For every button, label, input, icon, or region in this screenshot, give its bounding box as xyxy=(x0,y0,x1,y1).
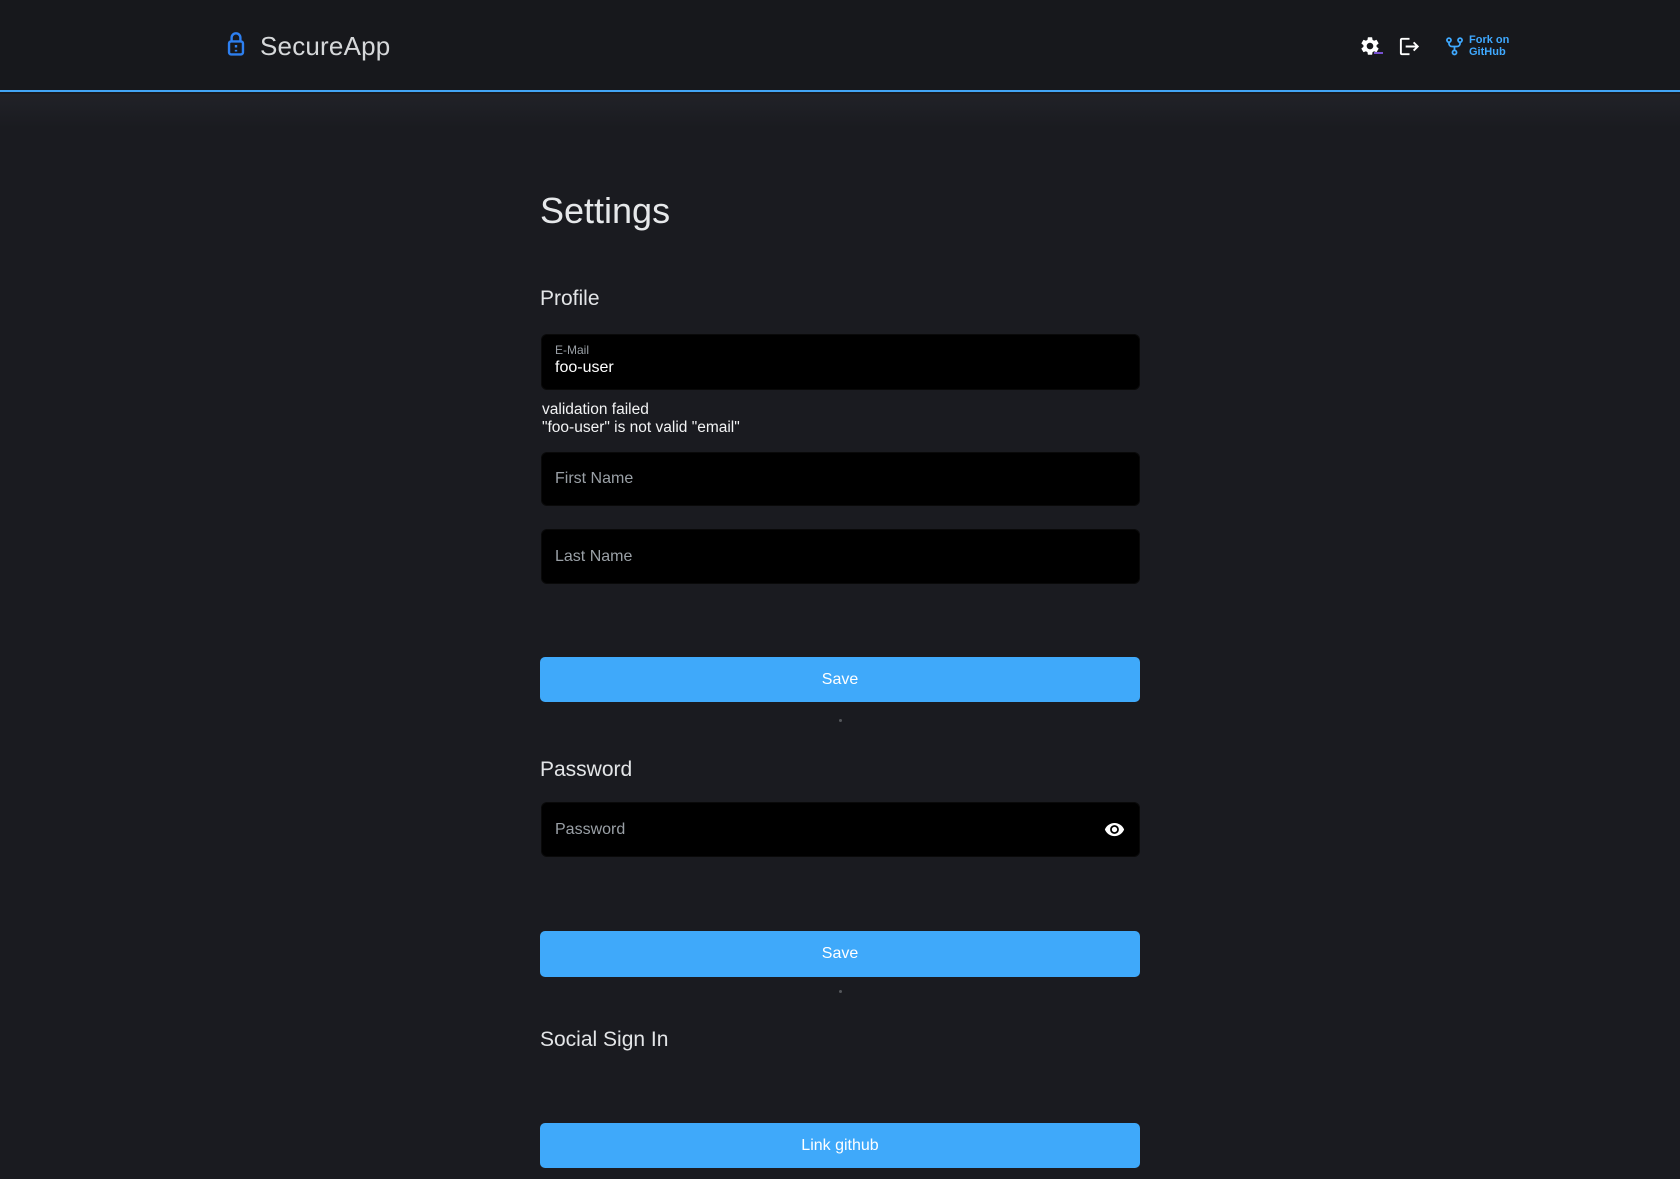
email-field[interactable]: E-Mail xyxy=(541,334,1140,390)
git-fork-icon xyxy=(1445,36,1464,57)
email-input[interactable] xyxy=(555,359,1126,377)
social-section-heading: Social Sign In xyxy=(540,1028,668,1052)
fork-link-text: Fork on GitHub xyxy=(1469,34,1509,58)
email-validation-message: validation failed "foo-user" is not vali… xyxy=(542,401,740,437)
app-header: SecureApp xyxy=(0,0,1680,92)
password-section-heading: Password xyxy=(540,758,632,782)
last-name-field xyxy=(541,529,1140,584)
password-input[interactable] xyxy=(541,802,1100,857)
gear-active-indicator xyxy=(1374,52,1383,54)
link-github-button[interactable]: Link github xyxy=(540,1123,1140,1168)
header-actions: Fork on GitHub xyxy=(1357,0,1509,92)
eye-icon xyxy=(1104,819,1125,840)
header-glow xyxy=(0,94,1680,128)
settings-button[interactable] xyxy=(1357,33,1383,59)
first-name-input[interactable] xyxy=(541,452,1140,506)
profile-section-heading: Profile xyxy=(540,287,600,311)
first-name-field xyxy=(541,452,1140,506)
page-title: Settings xyxy=(540,190,670,232)
brand-link[interactable]: SecureApp xyxy=(225,0,390,92)
save-password-button[interactable]: Save xyxy=(540,931,1140,977)
lock-icon xyxy=(225,30,247,62)
validation-line-2: "foo-user" is not valid "email" xyxy=(542,419,740,437)
last-name-input[interactable] xyxy=(541,529,1140,584)
save-profile-button[interactable]: Save xyxy=(540,657,1140,702)
app-title: SecureApp xyxy=(260,31,390,62)
email-field-label: E-Mail xyxy=(555,343,1126,357)
validation-line-1: validation failed xyxy=(542,401,740,419)
loading-dot xyxy=(839,990,842,993)
toggle-password-visibility-button[interactable] xyxy=(1100,816,1128,844)
loading-dot xyxy=(839,719,842,722)
logout-button[interactable] xyxy=(1396,33,1422,59)
fork-on-github-link[interactable]: Fork on GitHub xyxy=(1445,34,1509,58)
password-field xyxy=(541,802,1140,857)
logout-icon xyxy=(1398,35,1421,58)
